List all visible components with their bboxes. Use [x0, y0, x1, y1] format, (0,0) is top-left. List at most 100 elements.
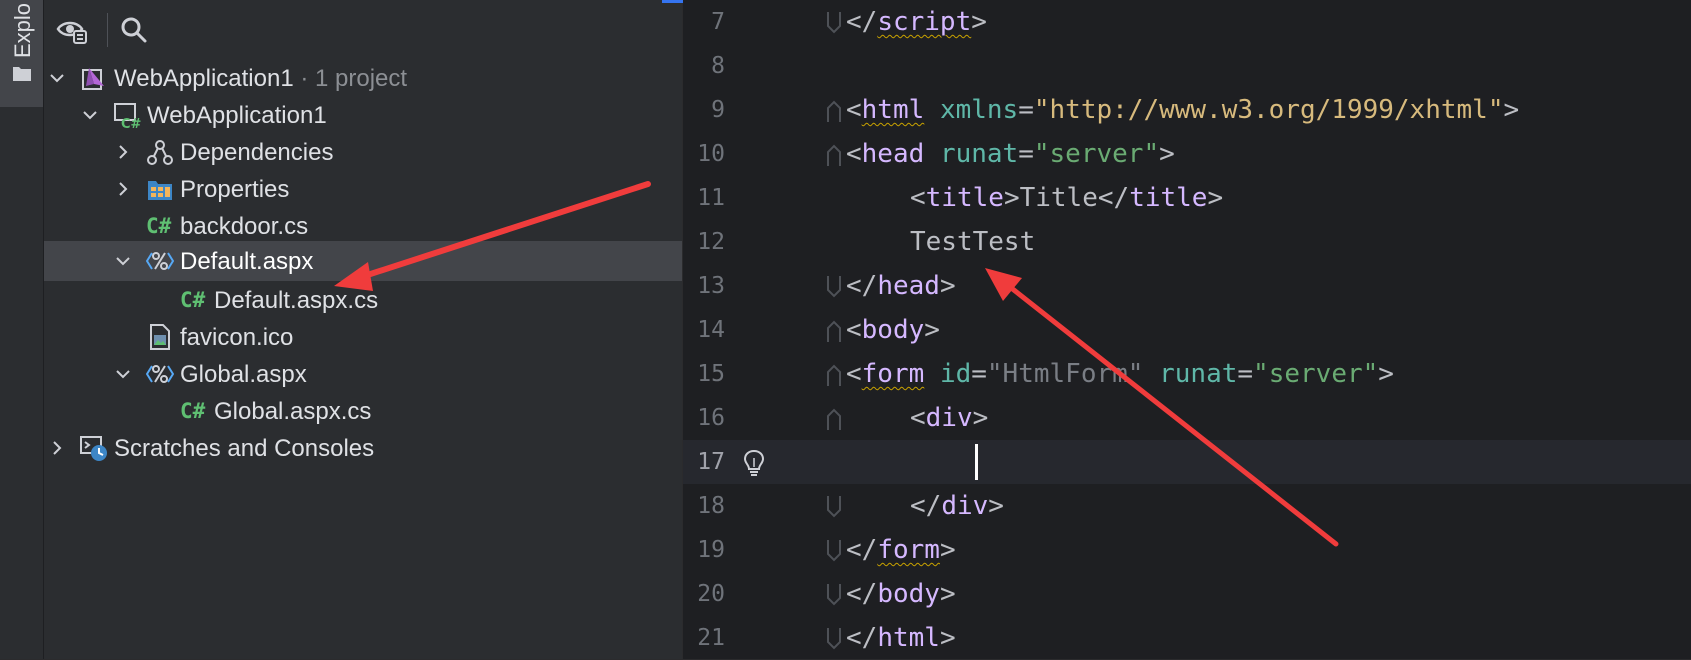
- folder-icon: [13, 67, 31, 81]
- code-text: <title>Title</title>: [910, 183, 1224, 213]
- line-number: 20: [697, 581, 725, 607]
- code-line[interactable]: 8: [683, 44, 1691, 88]
- code-text: <form id="HtmlForm" runat="server">: [846, 359, 1394, 389]
- tree-item-label: WebApplication1: [147, 102, 327, 129]
- code-text: <div>: [910, 403, 989, 433]
- line-number: 17: [697, 449, 725, 475]
- csharp-project-icon: C#: [114, 103, 141, 129]
- fold-end-icon[interactable]: [825, 10, 843, 36]
- eye-settings-button[interactable]: [54, 10, 90, 48]
- tree-item-label: Dependencies: [180, 139, 334, 166]
- fold-end-icon[interactable]: [825, 274, 843, 300]
- csharp-file-icon: C#: [180, 399, 206, 423]
- line-number: 14: [697, 317, 725, 343]
- search-button[interactable]: [116, 10, 152, 48]
- lightbulb-icon[interactable]: [741, 448, 767, 478]
- code-line[interactable]: 20 </body>: [683, 572, 1691, 616]
- tree-item-default-aspx[interactable]: Default.aspx: [44, 241, 682, 281]
- chevron-down-icon[interactable]: [115, 366, 131, 382]
- tree-item-solution[interactable]: WebApplication1 · 1 project: [44, 58, 682, 98]
- tree-item-label: Default.aspx.cs: [214, 287, 379, 314]
- tree-item-label: Properties: [180, 176, 290, 203]
- line-number: 19: [697, 537, 725, 563]
- toolbar-separator: [107, 13, 108, 47]
- fold-start-icon[interactable]: [825, 362, 843, 388]
- aspx-file-icon: [146, 365, 174, 383]
- tree-item-label: Scratches and Consoles: [114, 435, 375, 462]
- code-text: </div>: [910, 491, 1004, 521]
- tree-item-scratches[interactable]: Scratches and Consoles: [44, 428, 682, 468]
- tree-item-global-aspx-cs[interactable]: C# Global.aspx.cs: [44, 391, 682, 431]
- tree-item-project[interactable]: C# WebApplication1: [44, 95, 682, 135]
- code-line[interactable]: 7 </script>: [683, 0, 1691, 44]
- code-line[interactable]: 11 <title>Title</title>: [683, 176, 1691, 220]
- line-number: 7: [711, 9, 725, 35]
- line-number: 12: [697, 229, 725, 255]
- image-file-icon: [150, 324, 170, 350]
- tree-item-favicon[interactable]: favicon.ico: [44, 317, 682, 357]
- chevron-right-icon[interactable]: [115, 181, 131, 197]
- line-number: 18: [697, 493, 725, 519]
- code-text: </form>: [846, 535, 956, 565]
- code-line[interactable]: 10 <head runat="server">: [683, 132, 1691, 176]
- explorer-tool-button[interactable]: Explorer: [0, 0, 43, 107]
- dependencies-icon: [147, 140, 173, 165]
- code-text: <html xmlns="http://www.w3.org/1999/xhtm…: [846, 95, 1520, 125]
- line-number: 15: [697, 361, 725, 387]
- tree-item-label: Default.aspx: [180, 248, 314, 275]
- code-text: </body>: [846, 579, 956, 609]
- tree-item-label: Global.aspx.cs: [214, 398, 372, 425]
- code-line[interactable]: 16 <div>: [683, 396, 1691, 440]
- chevron-down-icon[interactable]: [49, 70, 65, 86]
- code-line[interactable]: 21 </html>: [683, 616, 1691, 660]
- fold-end-icon[interactable]: [825, 538, 843, 564]
- code-line[interactable]: 9 <html xmlns="http://www.w3.org/1999/xh…: [683, 88, 1691, 132]
- explorer-toolbar: [44, 0, 682, 58]
- csharp-file-icon: C#: [180, 288, 206, 312]
- tree-item-label: backdoor.cs: [180, 213, 309, 240]
- line-number: 21: [697, 625, 725, 651]
- code-line[interactable]: 14 <body>: [683, 308, 1691, 352]
- line-number: 9: [711, 97, 725, 123]
- tree-item-properties[interactable]: Properties: [44, 169, 682, 209]
- fold-start-icon[interactable]: [825, 406, 843, 432]
- scratches-icon: [80, 436, 107, 461]
- tree-item-dependencies[interactable]: Dependencies: [44, 132, 682, 172]
- fold-start-icon[interactable]: [825, 318, 843, 344]
- solution-explorer: WebApplication1 · 1 project C# WebApplic…: [44, 0, 682, 659]
- tree-item-default-aspx-cs[interactable]: C# Default.aspx.cs: [44, 280, 682, 320]
- code-line[interactable]: 15 <form id="HtmlForm" runat="server">: [683, 352, 1691, 396]
- properties-folder-icon: [148, 181, 172, 200]
- svg-text:C#: C#: [121, 117, 141, 129]
- code-text: <head runat="server">: [846, 139, 1175, 169]
- code-text: </script>: [846, 7, 987, 37]
- chevron-down-icon[interactable]: [82, 107, 98, 123]
- chevron-down-icon[interactable]: [115, 253, 131, 269]
- line-number: 10: [697, 141, 725, 167]
- fold-end-icon[interactable]: [825, 582, 843, 608]
- code-line[interactable]: 19 </form>: [683, 528, 1691, 572]
- line-number: 8: [711, 53, 725, 79]
- tree-item-global-aspx[interactable]: Global.aspx: [44, 354, 682, 394]
- fold-start-icon[interactable]: [825, 142, 843, 168]
- code-line[interactable]: 18 </div>: [683, 484, 1691, 528]
- tree-item-label: WebApplication1 · 1 project: [114, 65, 408, 92]
- search-icon: [121, 17, 147, 43]
- tree-item-backdoor-cs[interactable]: C# backdoor.cs: [44, 206, 682, 246]
- fold-start-icon[interactable]: [825, 98, 843, 124]
- code-line-current[interactable]: 17: [683, 440, 1691, 484]
- code-text: </head>: [846, 271, 956, 301]
- line-number: 11: [697, 185, 725, 211]
- line-number: 16: [697, 405, 725, 431]
- fold-end-icon[interactable]: [825, 494, 843, 520]
- code-line[interactable]: 13 </head>: [683, 264, 1691, 308]
- code-text: TestTest: [910, 227, 1036, 257]
- code-editor[interactable]: 7 </script> 8 9 <html xmlns="http://www.…: [683, 0, 1691, 659]
- chevron-right-icon[interactable]: [49, 440, 65, 456]
- chevron-right-icon[interactable]: [115, 144, 131, 160]
- code-line[interactable]: 12 TestTest: [683, 220, 1691, 264]
- aspx-file-icon: [146, 252, 174, 270]
- tree-item-label: Global.aspx: [180, 361, 307, 388]
- fold-end-icon[interactable]: [825, 626, 843, 652]
- tree-item-label: favicon.ico: [180, 324, 294, 351]
